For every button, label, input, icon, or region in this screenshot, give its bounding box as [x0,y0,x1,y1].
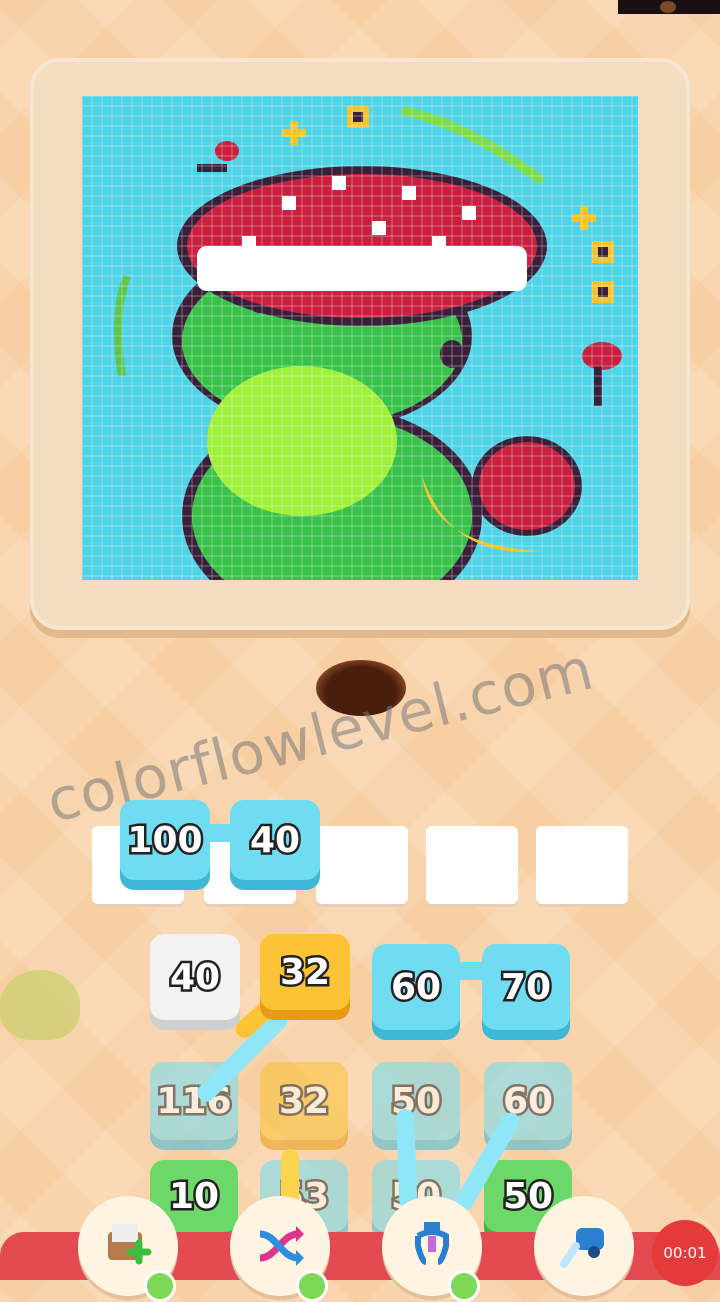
board-tile: 32 [260,1062,348,1140]
board-tile[interactable]: 40 [150,934,240,1020]
slot-tile[interactable]: 100 [120,800,210,880]
slot-tile[interactable]: 40 [230,800,320,880]
board-tile[interactable]: 70 [482,944,570,1030]
slot [426,826,518,904]
slot [316,826,408,904]
pixel-art-frog [82,96,638,580]
badge-emblem-icon [660,1,676,13]
tool-badge [296,1270,328,1302]
tile-link [396,1108,418,1210]
vacuum-icon [560,1228,604,1268]
plant-decoration [0,970,80,1040]
board-tile[interactable]: 32 [260,934,350,1010]
shuffle-arrows-icon [259,1226,304,1266]
timer-badge: 00:01 [652,1220,718,1286]
vacuum-button[interactable] [534,1196,634,1296]
tool-badge [144,1270,176,1302]
top-badge [618,0,720,14]
slot [536,826,628,904]
claw-icon [415,1222,449,1265]
add-box-icon [108,1224,152,1265]
shuffle-button[interactable] [230,1196,330,1302]
board-tile[interactable]: 60 [372,944,460,1030]
pixel-art-canvas [82,96,638,580]
tool-badge [448,1270,480,1302]
grab-button[interactable] [382,1196,482,1302]
board-tile: 50 [372,1062,460,1140]
add-slot-button[interactable] [78,1196,178,1302]
